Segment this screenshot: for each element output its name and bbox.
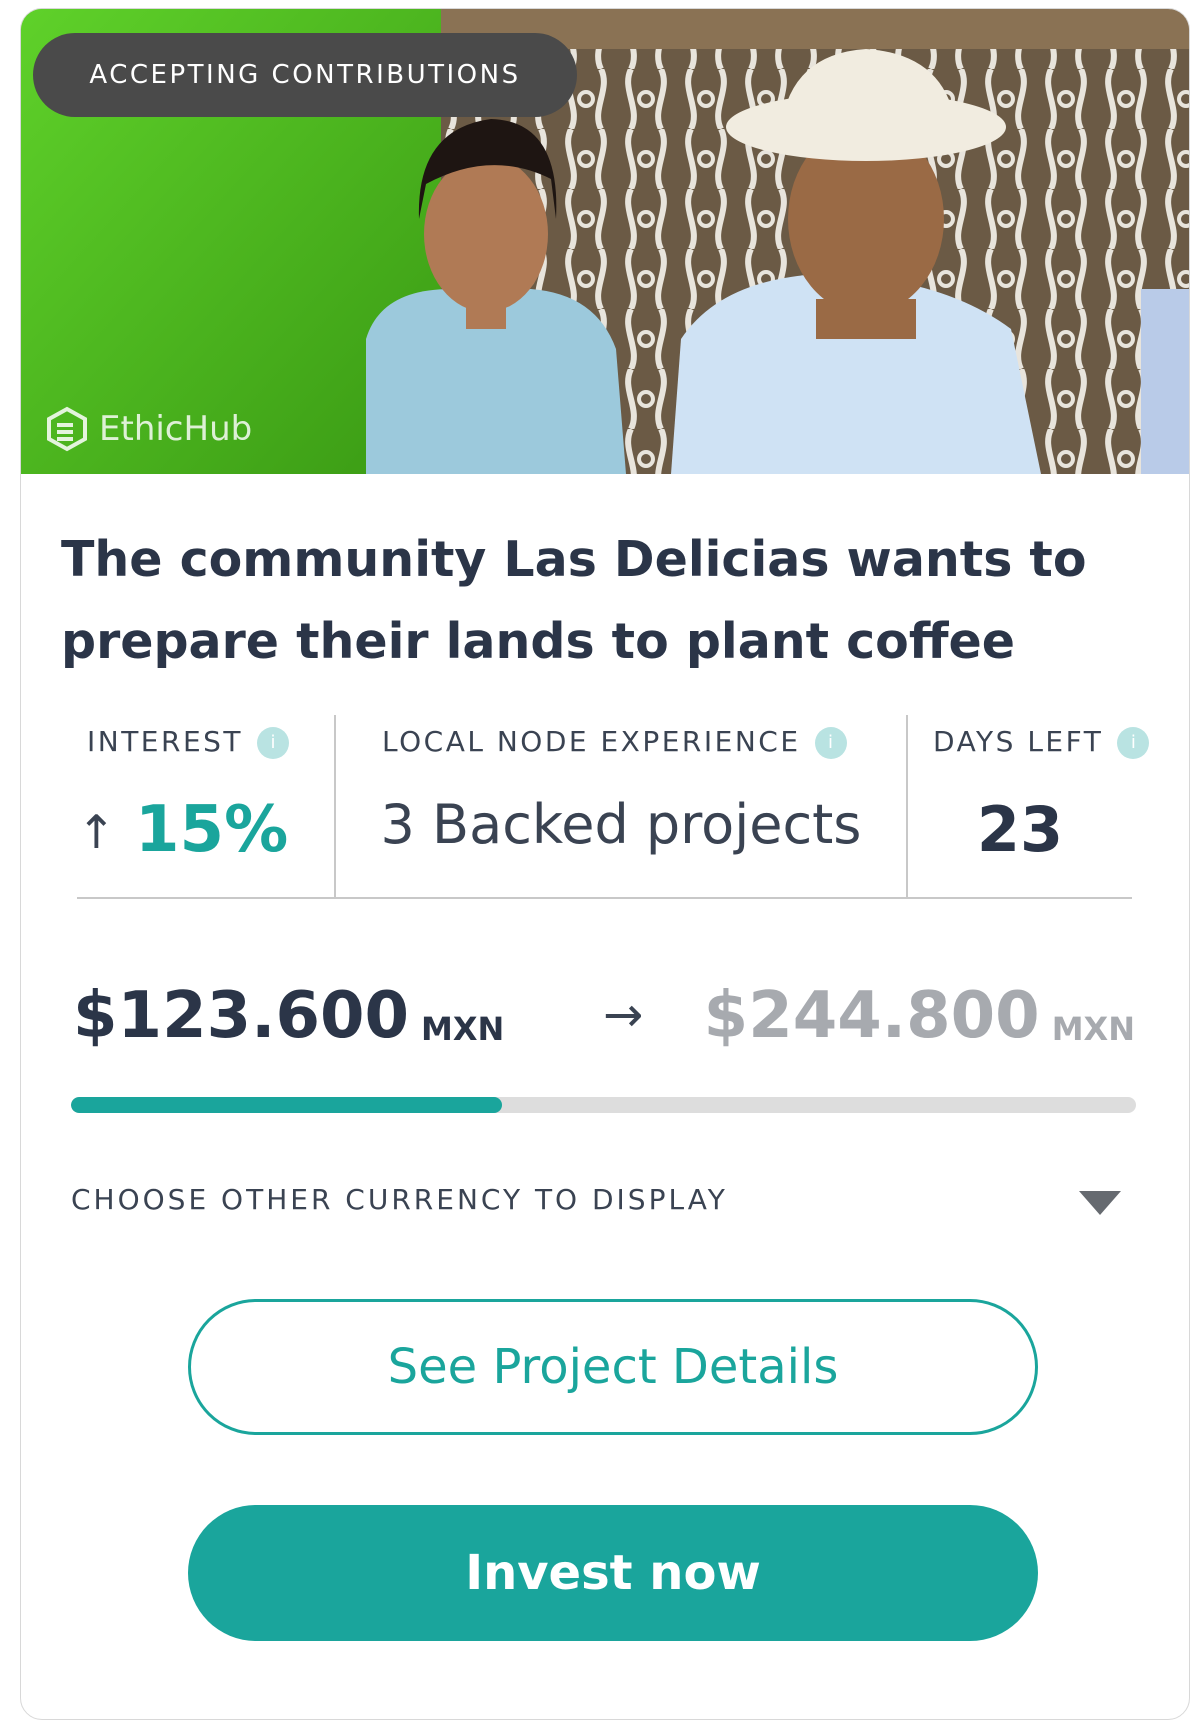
node-experience-label-row: LOCAL NODE EXPERIENCE i [382,725,847,759]
interest-value: 15% [135,793,289,867]
ethichub-watermark: EthicHub [43,405,252,453]
info-icon[interactable]: i [814,727,847,759]
interest-stat: INTEREST i ↑ 15% [77,715,336,897]
invest-now-button[interactable]: Invest now [188,1505,1038,1641]
interest-label: INTEREST [87,725,244,758]
goal-amount: $244.800 MXN [704,979,1135,1053]
funding-progress-bar [71,1097,1136,1113]
days-left-stat: DAYS LEFT i 23 [908,715,1150,897]
node-experience-stat: LOCAL NODE EXPERIENCE i 3 Backed projects [336,715,908,897]
up-arrow-icon: ↑ [77,805,116,859]
goal-currency: MXN [1051,1010,1135,1049]
ethichub-logo-icon [47,406,87,452]
raised-currency: MXN [421,1010,505,1049]
node-experience-label: LOCAL NODE EXPERIENCE [382,725,801,758]
right-arrow-icon: → [603,987,644,1043]
days-left-label: DAYS LEFT [933,725,1104,758]
project-photo: ACCEPTING CONTRIBUTIONS EthicHub [21,9,1189,474]
funding-progress-fill [71,1097,503,1113]
info-icon[interactable]: i [257,727,290,759]
project-title: The community Las Delicias wants to prep… [61,531,1087,670]
days-left-label-row: DAYS LEFT i [933,725,1150,759]
days-left-value: 23 [976,793,1064,866]
chevron-down-icon[interactable] [1079,1191,1121,1215]
currency-selector-label: CHOOSE OTHER CURRENCY TO DISPLAY [71,1183,728,1216]
watermark-text: EthicHub [99,409,253,449]
project-card: ACCEPTING CONTRIBUTIONS EthicHub The com… [20,8,1190,1720]
node-experience-value: 3 Backed projects [380,793,862,856]
goal-value: $244.800 [703,979,1040,1053]
status-badge: ACCEPTING CONTRIBUTIONS [33,33,577,117]
see-project-details-button[interactable]: See Project Details [188,1299,1038,1435]
currency-selector[interactable]: CHOOSE OTHER CURRENCY TO DISPLAY [71,1177,1121,1227]
info-icon[interactable]: i [1117,727,1150,759]
interest-label-row: INTEREST i [87,725,290,759]
raised-amount: $123.600 MXN [73,979,504,1053]
project-stats: INTEREST i ↑ 15% LOCAL NODE EXPERIENCE i 3… [77,715,1150,899]
raised-value: $123.600 [73,979,410,1053]
